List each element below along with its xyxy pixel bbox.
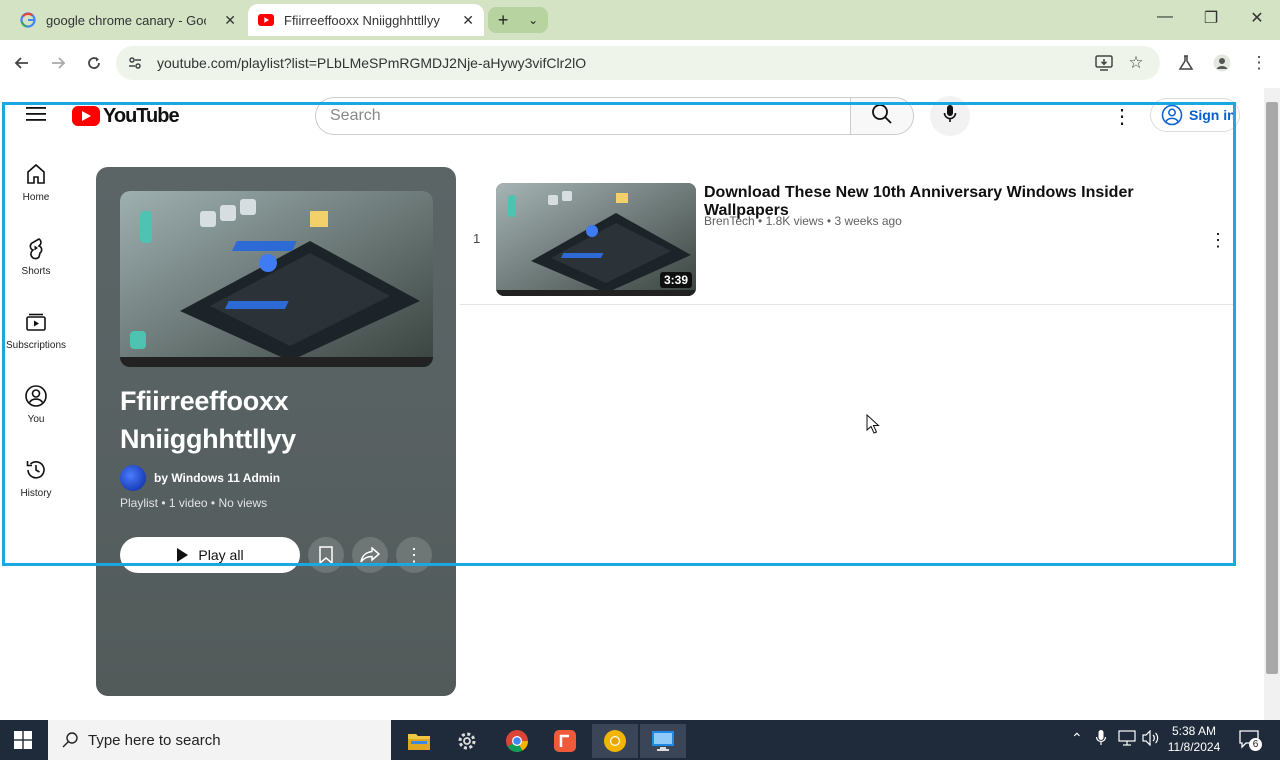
mouse-pointer-icon xyxy=(866,413,880,439)
playlist-owner-row[interactable]: by Windows 11 Admin xyxy=(120,465,280,491)
youtube-logo[interactable]: YouTube xyxy=(72,104,180,127)
video-more-button[interactable]: ⋮ xyxy=(1208,228,1228,252)
close-tab-icon[interactable]: ✕ xyxy=(462,12,474,29)
voice-search-button[interactable] xyxy=(930,96,970,136)
playlist-meta: Playlist • 1 video • No views xyxy=(120,496,268,510)
bookmark-star-icon[interactable]: ☆ xyxy=(1125,52,1147,74)
play-icon xyxy=(176,548,189,562)
nav-item-label: Home xyxy=(22,192,50,203)
home-icon xyxy=(4,162,68,186)
divider xyxy=(460,304,1236,305)
tab-youtube-playlist[interactable]: Ffiirreeffooxx Nniigghhttllyy - Y ✕ xyxy=(248,4,484,36)
scrollbar-thumb[interactable] xyxy=(1266,102,1278,674)
save-playlist-button[interactable] xyxy=(308,537,344,573)
nav-item-you[interactable]: You xyxy=(4,384,68,425)
network-icon[interactable] xyxy=(1118,730,1136,749)
remote-desktop-icon[interactable] xyxy=(640,724,686,758)
share-icon xyxy=(360,547,380,563)
account-icon xyxy=(1161,104,1183,126)
playlist-thumbnail[interactable] xyxy=(120,191,433,367)
play-all-label: Play all xyxy=(198,547,244,563)
labs-flask-icon[interactable] xyxy=(1175,52,1197,74)
search-button[interactable] xyxy=(850,97,914,135)
nav-item-label: You xyxy=(27,414,45,425)
tab-search-chevron-icon[interactable]: ⌄ xyxy=(528,13,538,27)
microphone-icon xyxy=(943,104,957,129)
google-g-icon xyxy=(20,12,36,28)
new-tab-group: + ⌄ xyxy=(488,7,548,33)
restore-icon[interactable]: ❐ xyxy=(1196,8,1226,28)
sign-in-label: Sign in xyxy=(1189,107,1236,123)
shorts-icon xyxy=(4,236,68,260)
search-input[interactable]: Search xyxy=(315,97,851,135)
chrome-icon[interactable] xyxy=(494,724,540,758)
youtube-icon xyxy=(258,12,274,28)
chrome-canary-icon[interactable] xyxy=(592,724,638,758)
video-index: 1 xyxy=(473,231,481,246)
hamburger-menu-icon[interactable] xyxy=(26,106,46,127)
tab-title: google chrome canary - Google xyxy=(46,12,206,28)
close-window-icon[interactable]: ✕ xyxy=(1242,8,1272,28)
nav-item-history[interactable]: History xyxy=(4,458,68,499)
you-icon xyxy=(4,384,68,408)
clock-date: 11/8/2024 xyxy=(1167,740,1221,754)
forward-arrow-icon[interactable] xyxy=(47,52,69,74)
playlist-owner[interactable]: by Windows 11 Admin xyxy=(154,471,280,485)
taskbar-search-box[interactable]: Type here to search xyxy=(48,720,391,760)
app-red-icon[interactable] xyxy=(542,724,588,758)
settings-gear-icon[interactable] xyxy=(444,724,490,758)
profile-icon[interactable] xyxy=(1211,52,1233,74)
nav-item-shorts[interactable]: Shorts xyxy=(4,236,68,277)
search-icon xyxy=(871,103,893,130)
search-placeholder: Search xyxy=(330,107,381,124)
nav-item-label: History xyxy=(20,488,52,499)
tab-title: Ffiirreeffooxx Nniigghhttllyy - Y xyxy=(284,12,444,28)
tray-microphone-icon[interactable] xyxy=(1095,730,1107,749)
volume-icon[interactable] xyxy=(1142,729,1160,749)
playlist-title: Ffiirreeffooxx Nniigghhttllyy xyxy=(120,386,296,454)
search-icon xyxy=(62,732,78,748)
tray-chevron-up-icon[interactable]: ⌃ xyxy=(1071,730,1083,747)
taskbar-search-placeholder: Type here to search xyxy=(88,731,221,749)
back-arrow-icon[interactable] xyxy=(11,52,33,74)
close-tab-icon[interactable]: ✕ xyxy=(224,12,236,29)
playlist-more-button[interactable]: ⋮ xyxy=(396,537,432,573)
browser-menu-icon[interactable]: ⋮ xyxy=(1248,52,1270,74)
windows-start-icon[interactable] xyxy=(14,731,32,754)
more-vertical-icon: ⋮ xyxy=(1209,229,1227,250)
file-explorer-icon[interactable] xyxy=(396,724,442,758)
reload-icon[interactable] xyxy=(83,52,105,74)
youtube-play-icon xyxy=(72,106,100,126)
owner-avatar[interactable] xyxy=(120,465,146,491)
nav-item-home[interactable]: Home xyxy=(4,162,68,203)
youtube-wordmark: YouTube xyxy=(103,104,180,127)
notification-count-badge: 6 xyxy=(1249,738,1262,751)
notifications-button[interactable]: 6 xyxy=(1238,728,1262,755)
nav-item-label: Shorts xyxy=(21,266,51,277)
video-meta: BrenTech • 1.8K views • 3 weeks ago xyxy=(704,214,902,228)
install-app-icon[interactable] xyxy=(1093,52,1115,74)
url-text[interactable]: youtube.com/playlist?list=PLbLMeSPmRGMDJ… xyxy=(157,55,586,71)
minimize-icon[interactable]: — xyxy=(1150,8,1180,26)
more-vertical-icon: ⋮ xyxy=(405,544,423,565)
sign-in-button[interactable]: Sign in xyxy=(1150,98,1240,132)
video-duration: 3:39 xyxy=(660,272,693,288)
clock-time: 5:38 AM xyxy=(1171,724,1217,738)
subscriptions-icon xyxy=(4,310,68,334)
share-button[interactable] xyxy=(352,537,388,573)
play-all-button[interactable]: Play all xyxy=(120,537,300,573)
settings-more-icon[interactable]: ⋮ xyxy=(1112,104,1132,129)
site-info-icon[interactable] xyxy=(124,52,146,74)
tab-google-chrome-canary[interactable]: google chrome canary - Google ✕ xyxy=(10,4,246,36)
bookmark-icon xyxy=(319,546,333,564)
nav-item-label: Subscriptions xyxy=(5,340,67,351)
history-icon xyxy=(4,458,68,482)
new-tab-plus-icon[interactable]: + xyxy=(498,10,509,31)
nav-item-subscriptions[interactable]: Subscriptions xyxy=(4,310,68,351)
taskbar-clock[interactable]: 5:38 AM 11/8/2024 xyxy=(1166,723,1222,755)
